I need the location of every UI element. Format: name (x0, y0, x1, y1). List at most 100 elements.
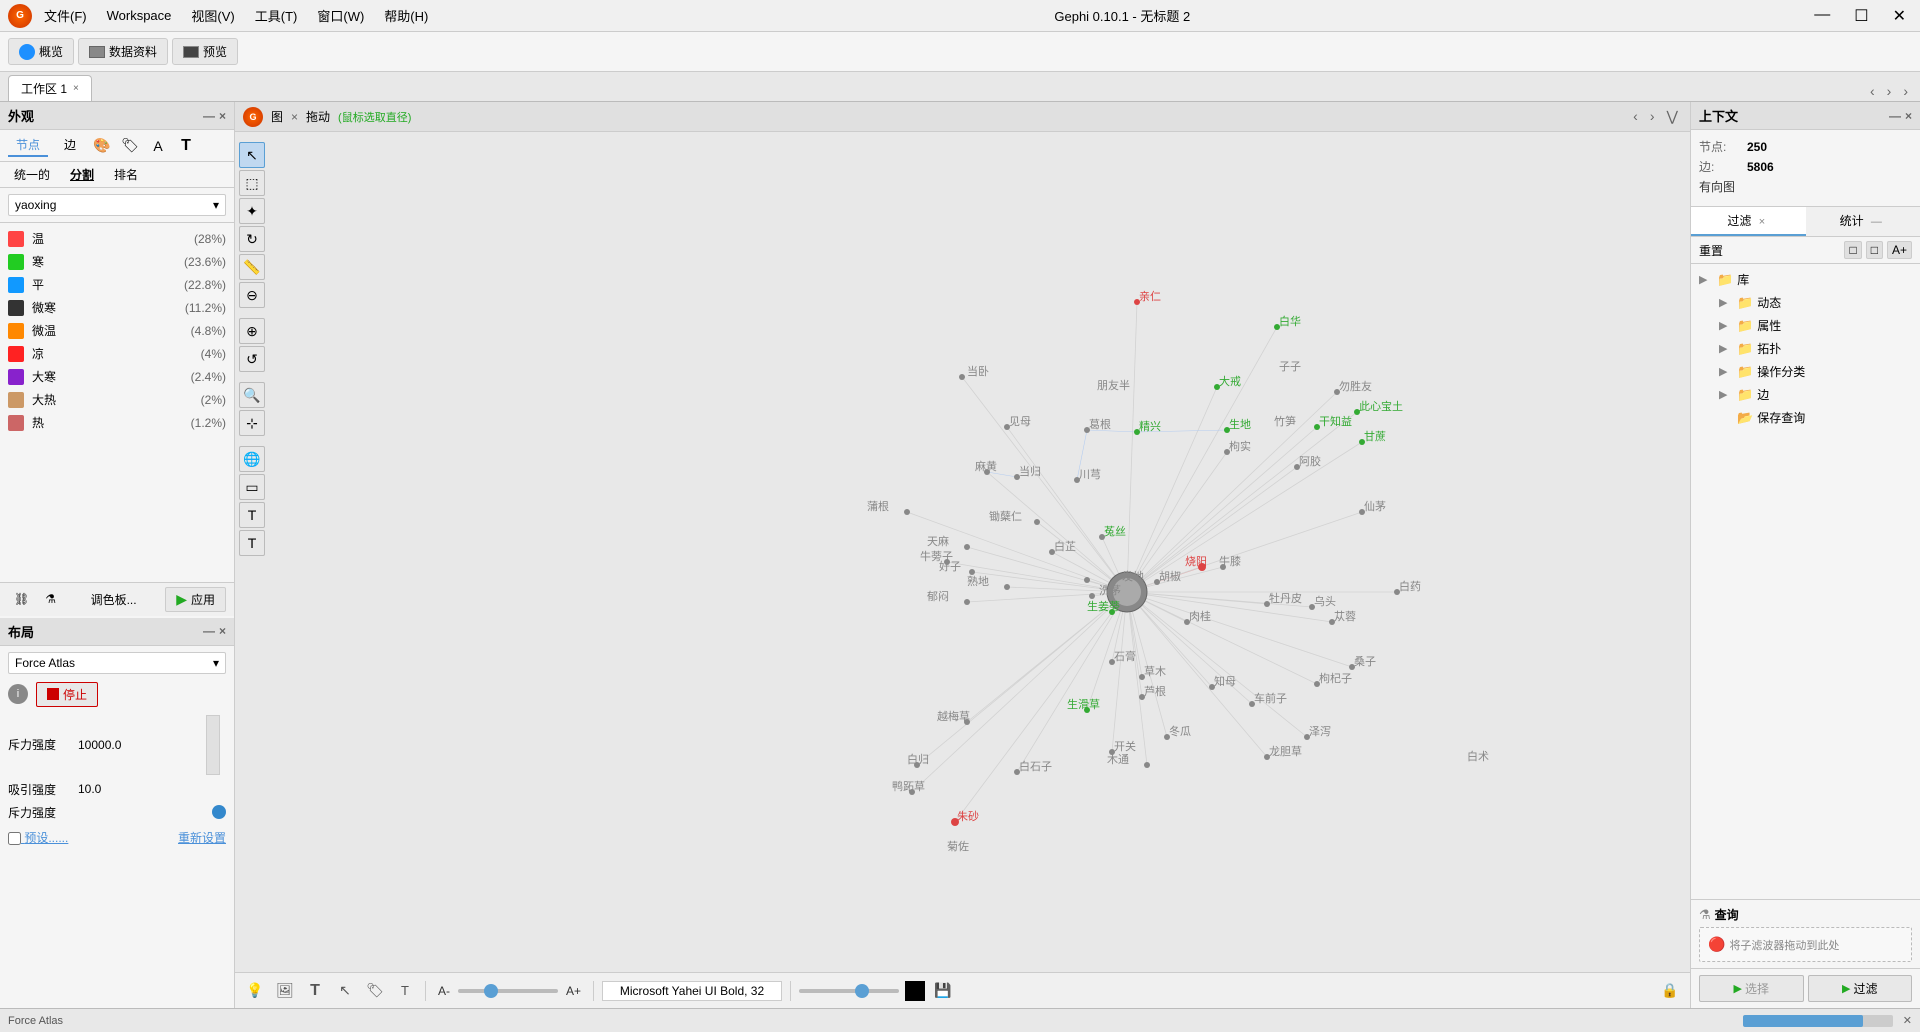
menu-workspace[interactable]: Workspace (99, 6, 180, 25)
menu-tools[interactable]: 工具(T) (247, 4, 306, 27)
stats-tab[interactable]: 统计 — (1806, 207, 1920, 236)
menu-view[interactable]: 视图(V) (183, 4, 242, 27)
tab-node[interactable]: 节点 (8, 134, 48, 157)
attribute-dropdown[interactable]: yaoxing ▾ (8, 194, 226, 216)
color-item[interactable]: 温 (28%) (0, 227, 234, 250)
appearance-close[interactable]: × (219, 109, 226, 123)
color-item[interactable]: 凉 (4%) (0, 342, 234, 365)
color-item[interactable]: 热 (1.2%) (0, 411, 234, 434)
filter-icon-3[interactable]: A+ (1887, 241, 1912, 259)
info-icon[interactable]: i (8, 684, 28, 704)
color-item[interactable]: 微温 (4.8%) (0, 319, 234, 342)
export-icon[interactable]: 💾 (931, 979, 955, 1003)
menu-file[interactable]: 文件(F) (36, 4, 95, 27)
color-item[interactable]: 微寒 (11.2%) (0, 296, 234, 319)
graph-close[interactable]: × (291, 110, 298, 124)
tree-item-edge[interactable]: ▶ 📁 边 (1691, 383, 1920, 406)
workspace-tab[interactable]: 工作区 1 × (8, 75, 92, 101)
size-icon[interactable]: T (176, 136, 196, 156)
tab-prev[interactable]: ‹ (1866, 81, 1879, 101)
context-close[interactable]: × (1905, 109, 1912, 123)
graph-rect[interactable]: ▭ (239, 474, 265, 500)
tab-next[interactable]: › (1883, 81, 1896, 101)
maximize-button[interactable]: ☐ (1848, 4, 1874, 28)
unified-tab[interactable]: 统一的 (8, 165, 56, 184)
appearance-minimize[interactable]: — (203, 109, 215, 123)
menu-window[interactable]: 窗口(W) (309, 4, 372, 27)
status-close-icon[interactable]: ✕ (1903, 1014, 1912, 1027)
filter-icon[interactable]: ⚗ (39, 590, 62, 608)
menu-help[interactable]: 帮助(H) (376, 4, 436, 27)
apply-button[interactable]: ▶ 应用 (165, 587, 226, 612)
graph-text-size[interactable]: T (239, 530, 265, 556)
filter-icon-2[interactable]: □ (1866, 241, 1883, 259)
text-icon[interactable]: T (303, 979, 327, 1003)
filter-button[interactable]: ▶ 过滤 (1808, 975, 1913, 1002)
graph-text-label[interactable]: T (239, 502, 265, 528)
repulsion-slider[interactable] (206, 715, 226, 775)
reset-button[interactable]: 重新设置 (178, 829, 226, 846)
layout-close[interactable]: × (219, 624, 226, 638)
tree-item-dynamic[interactable]: ▶ 📁 动态 (1691, 291, 1920, 314)
tree-item-topology[interactable]: ▶ 📁 拓扑 (1691, 337, 1920, 360)
layout-minimize[interactable]: — (203, 624, 215, 638)
color-item[interactable]: 寒 (23.6%) (0, 250, 234, 273)
tab-more[interactable]: › (1899, 81, 1912, 101)
font-size-slider-left[interactable] (458, 989, 558, 993)
tag-icon[interactable]: 🏷 (363, 979, 387, 1003)
tool-lasso[interactable]: ↻ (239, 226, 265, 252)
filter-icon-1[interactable]: □ (1844, 241, 1861, 259)
tool-zoom-out[interactable]: ⊖ (239, 282, 265, 308)
tree-item-saved-query[interactable]: 📂 保存查询 (1691, 406, 1920, 429)
stop-button[interactable]: 停止 (36, 682, 98, 707)
color-item[interactable]: 平 (22.8%) (0, 273, 234, 296)
partition-tab[interactable]: 分割 (64, 165, 100, 184)
tool-measure[interactable]: 📏 (239, 254, 265, 280)
color-item[interactable]: 大寒 (2.4%) (0, 365, 234, 388)
ranking-tab[interactable]: 排名 (108, 165, 144, 184)
tool-brush[interactable]: ✦ (239, 198, 265, 224)
graph-canvas[interactable]: 亲仁 白华 子子 当卧 朋友半 大戒 勿胜友 此心宝土 干知益 见母 甘蔗 竹笋… (267, 132, 1690, 972)
color-icon[interactable]: 🎨 (92, 136, 112, 156)
stats-tab-close[interactable]: — (1867, 216, 1886, 228)
graph-globe[interactable]: 🌐 (239, 446, 265, 472)
lock-icon[interactable]: 🔒 (1658, 979, 1682, 1003)
color-item[interactable]: 大热 (2%) (0, 388, 234, 411)
color-picker[interactable] (905, 981, 925, 1001)
tree-item-library[interactable]: ▶ 📁 库 (1691, 268, 1920, 291)
chain-icon[interactable]: ⛓ (8, 590, 35, 608)
context-minimize[interactable]: — (1889, 109, 1901, 123)
filter-tab-close[interactable]: × (1755, 216, 1769, 228)
close-button[interactable]: ✕ (1887, 4, 1912, 28)
workspace-tab-close[interactable]: × (73, 83, 79, 94)
palette-button[interactable]: 调色板... (85, 589, 143, 610)
preset-checkbox[interactable] (8, 832, 21, 845)
preview-button[interactable]: 预览 (172, 38, 238, 65)
tool-zoom-in[interactable]: ⊕ (239, 318, 265, 344)
tool-search-node[interactable]: 🔍 (239, 382, 265, 408)
graph-nav-left[interactable]: ‹ (1629, 106, 1642, 127)
tool-rotate[interactable]: ↺ (239, 346, 265, 372)
tag-icon[interactable]: 🏷 (120, 136, 140, 156)
query-drop-area[interactable]: 🔴 将子滤波器拖动到此处 (1699, 927, 1912, 962)
lightbulb-icon[interactable]: 💡 (243, 979, 267, 1003)
reset-filter-btn[interactable]: 重置 (1699, 242, 1723, 259)
data-button[interactable]: 数据资料 (78, 38, 168, 65)
text-A-icon[interactable]: T (393, 979, 417, 1003)
cursor-icon[interactable]: ↖ (333, 979, 357, 1003)
preset-button[interactable]: 预设...... (8, 829, 68, 846)
graph-expand[interactable]: ⋁ (1663, 106, 1682, 127)
select-button[interactable]: ▶ 选择 (1699, 975, 1804, 1002)
tool-pointer[interactable]: ↖ (239, 142, 265, 168)
filter-tab[interactable]: 过滤 × (1691, 207, 1806, 236)
overview-button[interactable]: 概览 (8, 38, 74, 65)
palette-icon[interactable]: 🖼 (273, 979, 297, 1003)
minimize-button[interactable]: — (1808, 4, 1836, 28)
tree-item-operation[interactable]: ▶ 📁 操作分类 (1691, 360, 1920, 383)
font-size-slider-right[interactable] (799, 989, 899, 993)
tool-path[interactable]: ⊹ (239, 410, 265, 436)
force-help-icon[interactable] (212, 805, 226, 819)
tool-rect-select[interactable]: ⬚ (239, 170, 265, 196)
tab-edge[interactable]: 边 (56, 134, 84, 157)
graph-nav-right[interactable]: › (1646, 106, 1659, 127)
